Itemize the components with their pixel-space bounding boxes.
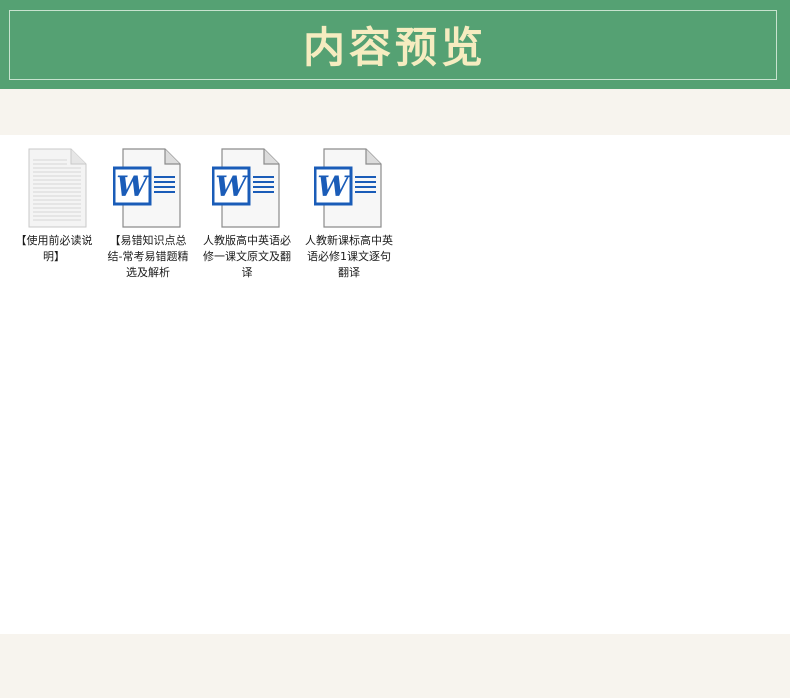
text-document-icon [28, 148, 87, 228]
file-item[interactable]: W 【易错知识点总结-常考易错题精选及解析 [104, 148, 192, 281]
bottom-spacer [0, 634, 790, 698]
top-spacer [0, 89, 790, 135]
svg-text:W: W [215, 170, 249, 203]
svg-text:W: W [116, 170, 150, 203]
word-document-icon: W [113, 148, 181, 228]
svg-text:W: W [317, 170, 351, 203]
header-banner: 内容预览 [0, 0, 790, 89]
file-item[interactable]: 【使用前必读说明】 [10, 148, 98, 265]
page-title: 内容预览 [302, 23, 487, 72]
file-name: 【使用前必读说明】 [15, 234, 93, 263]
word-document-icon: W [314, 148, 382, 228]
file-name: 【易错知识点总结-常考易错题精选及解析 [107, 234, 189, 279]
file-item[interactable]: W 人教版高中英语必修一课文原文及翻译 [203, 148, 291, 281]
file-name: 人教新课标高中英语必修1课文逐句翻译 [305, 234, 393, 279]
word-document-icon: W [212, 148, 280, 228]
file-item[interactable]: W 人教新课标高中英语必修1课文逐句翻译 [305, 148, 393, 281]
file-name: 人教版高中英语必修一课文原文及翻译 [203, 234, 291, 279]
